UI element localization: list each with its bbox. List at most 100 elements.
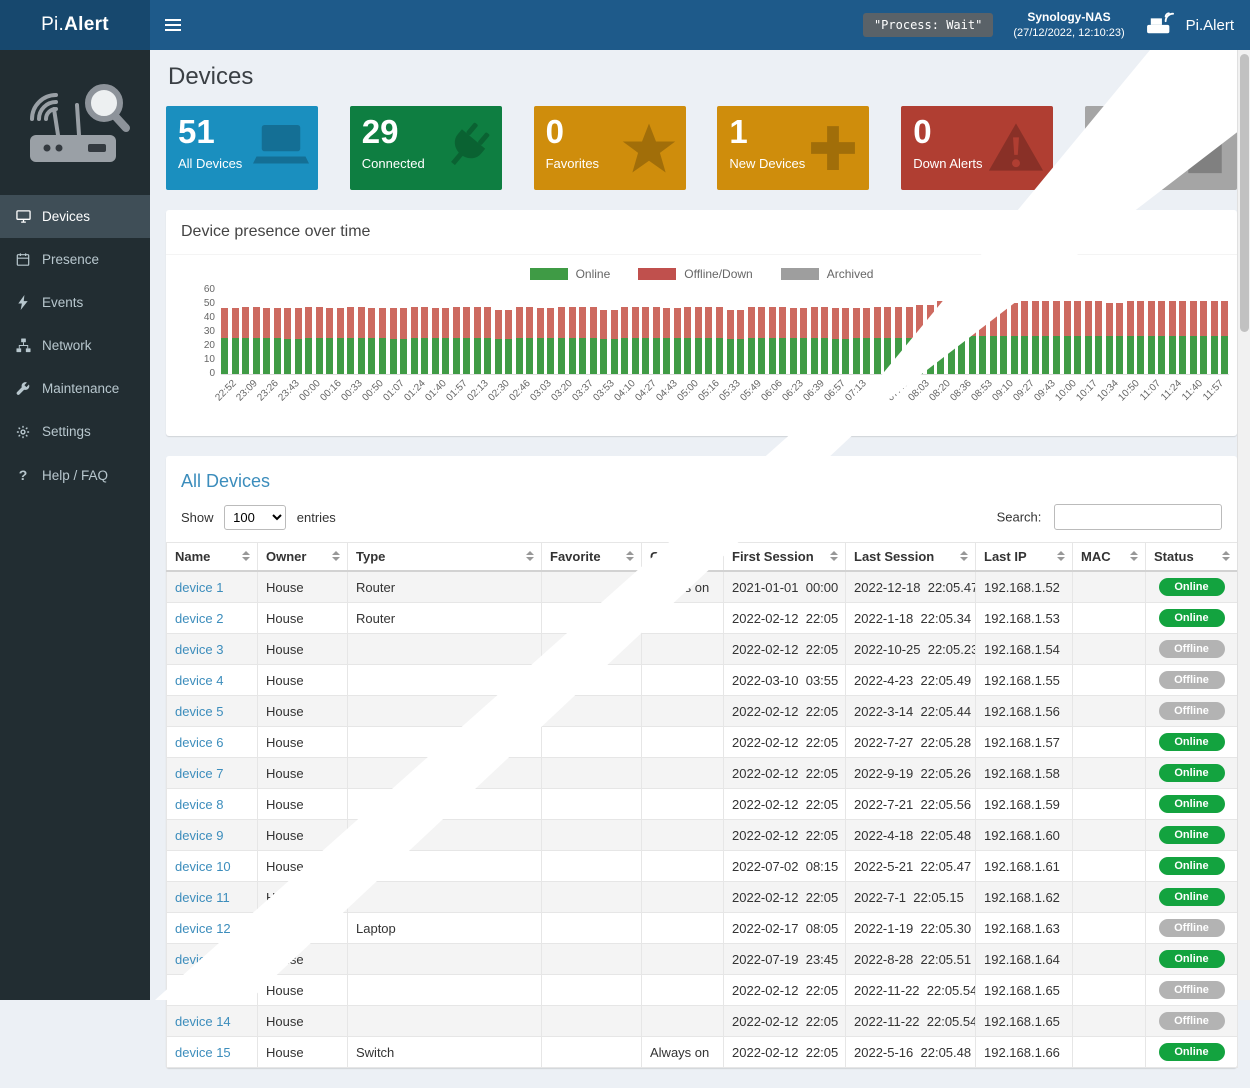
sidebar-item-settings[interactable]: Settings xyxy=(0,410,150,453)
device-link[interactable]: device 8 xyxy=(175,797,223,812)
card-archived[interactable]: 0 Archived xyxy=(1085,106,1237,190)
sidebar-item-devices[interactable]: Devices xyxy=(0,195,150,238)
device-link[interactable]: device 3 xyxy=(175,642,223,657)
device-link[interactable]: device 1 xyxy=(175,580,223,595)
chart-bar xyxy=(769,307,776,374)
sidebar-item-help[interactable]: ? Help / FAQ xyxy=(0,453,150,497)
chart-bar xyxy=(790,308,797,374)
status-badge: Online xyxy=(1159,609,1225,627)
device-link[interactable]: device 4 xyxy=(175,673,223,688)
sidebar-item-label: Events xyxy=(42,295,83,310)
cell-type: Switch xyxy=(348,1037,542,1068)
device-link[interactable]: device 6 xyxy=(175,735,223,750)
column-header-first-session[interactable]: First Session xyxy=(724,543,846,572)
cell-status: Offline xyxy=(1146,665,1238,696)
column-header-mac[interactable]: MAC xyxy=(1073,543,1146,572)
calendar-icon xyxy=(15,252,31,267)
search-input[interactable] xyxy=(1054,504,1222,530)
brand-logo[interactable]: Pi.Alert xyxy=(0,0,150,50)
cell-status: Online xyxy=(1146,571,1238,603)
chart-bar xyxy=(853,308,860,374)
column-header-group[interactable]: Group xyxy=(642,543,724,572)
card-favorites[interactable]: 0 Favorites xyxy=(534,106,686,190)
cell-last-ip: 192.168.1.54 xyxy=(976,634,1073,665)
chart-bar xyxy=(411,307,418,374)
column-header-type[interactable]: Type xyxy=(348,543,542,572)
chart-bar xyxy=(716,307,723,374)
sidebar-item-presence[interactable]: Presence xyxy=(0,238,150,281)
card-down-alerts[interactable]: 0 Down Alerts xyxy=(901,106,1053,190)
card-connected[interactable]: 29 Connected xyxy=(350,106,502,190)
cell-last-session: 2022-11-22 22:05.54 xyxy=(846,975,976,1006)
chart-bar xyxy=(653,307,660,374)
chart-bar xyxy=(906,307,913,374)
cell-favorite xyxy=(542,789,642,820)
main-content: Devices 51 All Devices 29 Connected 0 Fa… xyxy=(150,50,1250,1088)
pialert-device-icon xyxy=(1145,10,1177,40)
device-link[interactable]: device 13 xyxy=(175,952,231,967)
card-new-devices[interactable]: 1 New Devices xyxy=(717,106,869,190)
device-link[interactable]: device 9 xyxy=(175,828,223,843)
cell-last-ip: 192.168.1.55 xyxy=(976,665,1073,696)
cell-favorite xyxy=(542,665,642,696)
legend-label: Online xyxy=(576,267,611,281)
network-icon xyxy=(15,338,31,353)
cell-group xyxy=(642,727,724,758)
sidebar-item-network[interactable]: Network xyxy=(0,324,150,367)
chart-bar xyxy=(958,301,965,374)
device-link[interactable]: device 14 xyxy=(175,983,231,998)
chart-bar xyxy=(442,308,449,374)
hamburger-menu-icon[interactable] xyxy=(150,0,196,50)
cell-status: Online xyxy=(1146,1037,1238,1068)
table-row: device 14House2022-02-12 22:052022-11-22… xyxy=(167,1006,1238,1037)
chart-bar xyxy=(874,307,881,374)
device-link[interactable]: device 15 xyxy=(175,1045,231,1060)
cell-last-session: 2022-12-18 22:05.47 xyxy=(846,571,976,603)
cell-group xyxy=(642,851,724,882)
scrollbar-thumb[interactable] xyxy=(1240,54,1249,332)
column-header-last-ip[interactable]: Last IP xyxy=(976,543,1073,572)
chart-bar xyxy=(579,307,586,374)
cell-type xyxy=(348,696,542,727)
column-header-favorite[interactable]: Favorite xyxy=(542,543,642,572)
chart-bar xyxy=(979,301,986,374)
device-link[interactable]: device 2 xyxy=(175,611,223,626)
device-link[interactable]: device 12 xyxy=(175,921,231,936)
card-all-devices[interactable]: 51 All Devices xyxy=(166,106,318,190)
cell-owner: House xyxy=(258,571,348,603)
legend-item-offline[interactable]: Offline/Down xyxy=(638,267,752,281)
bolt-icon xyxy=(15,295,31,310)
chart-bar xyxy=(1169,301,1176,374)
device-link[interactable]: device 10 xyxy=(175,859,231,874)
device-link[interactable]: device 7 xyxy=(175,766,223,781)
legend-item-online[interactable]: Online xyxy=(530,267,611,281)
column-header-name[interactable]: Name xyxy=(167,543,258,572)
legend-item-archived[interactable]: Archived xyxy=(781,267,874,281)
device-link[interactable]: device 11 xyxy=(175,890,230,905)
cell-mac xyxy=(1073,634,1146,665)
sidebar-item-maintenance[interactable]: Maintenance xyxy=(0,367,150,410)
table-row: device 3House2022-02-12 22:052022-10-25 … xyxy=(167,634,1238,665)
cell-owner: House xyxy=(258,696,348,727)
cell-last-session: 2022-7-21 22:05.56 xyxy=(846,789,976,820)
column-header-owner[interactable]: Owner xyxy=(258,543,348,572)
device-link[interactable]: device 5 xyxy=(175,704,223,719)
chart-bar xyxy=(1116,303,1123,374)
chart-bar xyxy=(748,307,755,374)
cell-group xyxy=(642,665,724,696)
cell-last-ip: 192.168.1.52 xyxy=(976,571,1073,603)
chart-bar xyxy=(1000,303,1007,374)
device-link[interactable]: device 14 xyxy=(175,1014,231,1029)
sidebar-item-events[interactable]: Events xyxy=(0,281,150,324)
cell-mac xyxy=(1073,1006,1146,1037)
legend-label: Offline/Down xyxy=(684,267,752,281)
vertical-scrollbar[interactable] xyxy=(1237,50,1250,1000)
column-header-status[interactable]: Status xyxy=(1146,543,1238,572)
column-header-last-session[interactable]: Last Session xyxy=(846,543,976,572)
chart-bar xyxy=(1074,301,1081,374)
chart-bar xyxy=(842,308,849,374)
table-row: device 12HouseLaptop2022-02-17 08:052022… xyxy=(167,913,1238,944)
entries-select[interactable]: 100 xyxy=(224,505,286,530)
chart-bar xyxy=(1011,303,1018,374)
presence-panel-body: Online Offline/Down Archived 01020304050… xyxy=(166,255,1237,436)
